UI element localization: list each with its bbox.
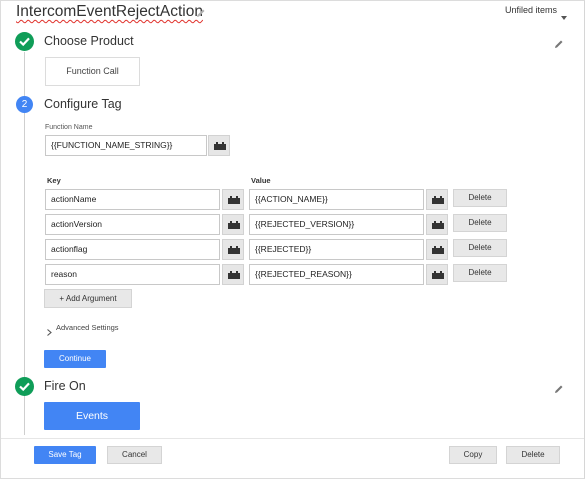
delete-argument-button[interactable]: Delete xyxy=(453,239,507,257)
delete-tag-button[interactable]: Delete xyxy=(506,446,560,464)
argument-value-input[interactable]: {{ACTION_NAME}} xyxy=(249,189,424,210)
tag-name[interactable]: IntercomEventRejectAction xyxy=(16,3,203,21)
variable-picker-button[interactable] xyxy=(208,135,230,156)
edit-product-icon[interactable] xyxy=(554,36,564,54)
argument-value-input[interactable]: {{REJECTED}} xyxy=(249,239,424,260)
variable-picker-button[interactable] xyxy=(426,214,448,235)
function-name-input[interactable]: {{FUNCTION_NAME_STRING}} xyxy=(45,135,207,156)
chevron-down-icon[interactable] xyxy=(561,7,567,25)
argument-key-input[interactable]: actionName xyxy=(45,189,220,210)
variable-picker-icon xyxy=(228,271,240,279)
footer-divider xyxy=(1,438,584,439)
delete-argument-button[interactable]: Delete xyxy=(453,264,507,282)
section-title-configure-tag: Configure Tag xyxy=(44,97,122,111)
check-icon xyxy=(19,37,30,47)
delete-argument-button[interactable]: Delete xyxy=(453,214,507,232)
variable-picker-icon xyxy=(432,196,444,204)
step-connector xyxy=(24,52,25,98)
variable-picker-button[interactable] xyxy=(222,239,244,260)
step-complete-check xyxy=(15,32,34,51)
delete-argument-button[interactable]: Delete xyxy=(453,189,507,207)
variable-picker-button[interactable] xyxy=(222,189,244,210)
function-name-label: Function Name xyxy=(45,124,93,131)
variable-picker-icon xyxy=(432,221,444,229)
continue-button[interactable]: Continue xyxy=(44,350,106,368)
step-number-badge: 2 xyxy=(16,96,33,113)
variable-picker-icon xyxy=(228,246,240,254)
step-complete-check xyxy=(15,377,34,396)
edit-fire-on-icon[interactable] xyxy=(554,381,564,399)
value-column-header: Value xyxy=(251,176,271,185)
step-connector xyxy=(24,113,25,377)
section-title-fire-on: Fire On xyxy=(44,379,86,393)
variable-picker-button[interactable] xyxy=(426,189,448,210)
step-connector xyxy=(24,393,25,435)
variable-picker-button[interactable] xyxy=(222,264,244,285)
product-function-call-button[interactable]: Function Call xyxy=(45,57,140,86)
variable-picker-icon xyxy=(228,196,240,204)
folder-selector[interactable]: Unfiled items xyxy=(505,5,557,15)
pencil-icon[interactable] xyxy=(196,5,206,23)
cancel-button[interactable]: Cancel xyxy=(107,446,162,464)
save-tag-button[interactable]: Save Tag xyxy=(34,446,96,464)
variable-picker-icon xyxy=(228,221,240,229)
advanced-settings-toggle[interactable]: Advanced Settings xyxy=(56,323,119,332)
variable-picker-icon xyxy=(432,271,444,279)
check-icon xyxy=(19,382,30,392)
variable-picker-icon xyxy=(214,142,226,150)
argument-value-input[interactable]: {{REJECTED_REASON}} xyxy=(249,264,424,285)
argument-key-input[interactable]: actionVersion xyxy=(45,214,220,235)
variable-picker-button[interactable] xyxy=(426,239,448,260)
variable-picker-button[interactable] xyxy=(426,264,448,285)
argument-key-input[interactable]: actionflag xyxy=(45,239,220,260)
chevron-right-icon[interactable] xyxy=(47,323,52,341)
variable-picker-icon xyxy=(432,246,444,254)
events-trigger-button[interactable]: Events xyxy=(44,402,140,430)
key-column-header: Key xyxy=(47,176,61,185)
argument-value-input[interactable]: {{REJECTED_VERSION}} xyxy=(249,214,424,235)
variable-picker-button[interactable] xyxy=(222,214,244,235)
argument-key-input[interactable]: reason xyxy=(45,264,220,285)
copy-button[interactable]: Copy xyxy=(449,446,497,464)
section-title-choose-product: Choose Product xyxy=(44,34,134,48)
add-argument-button[interactable]: + Add Argument xyxy=(44,289,132,308)
